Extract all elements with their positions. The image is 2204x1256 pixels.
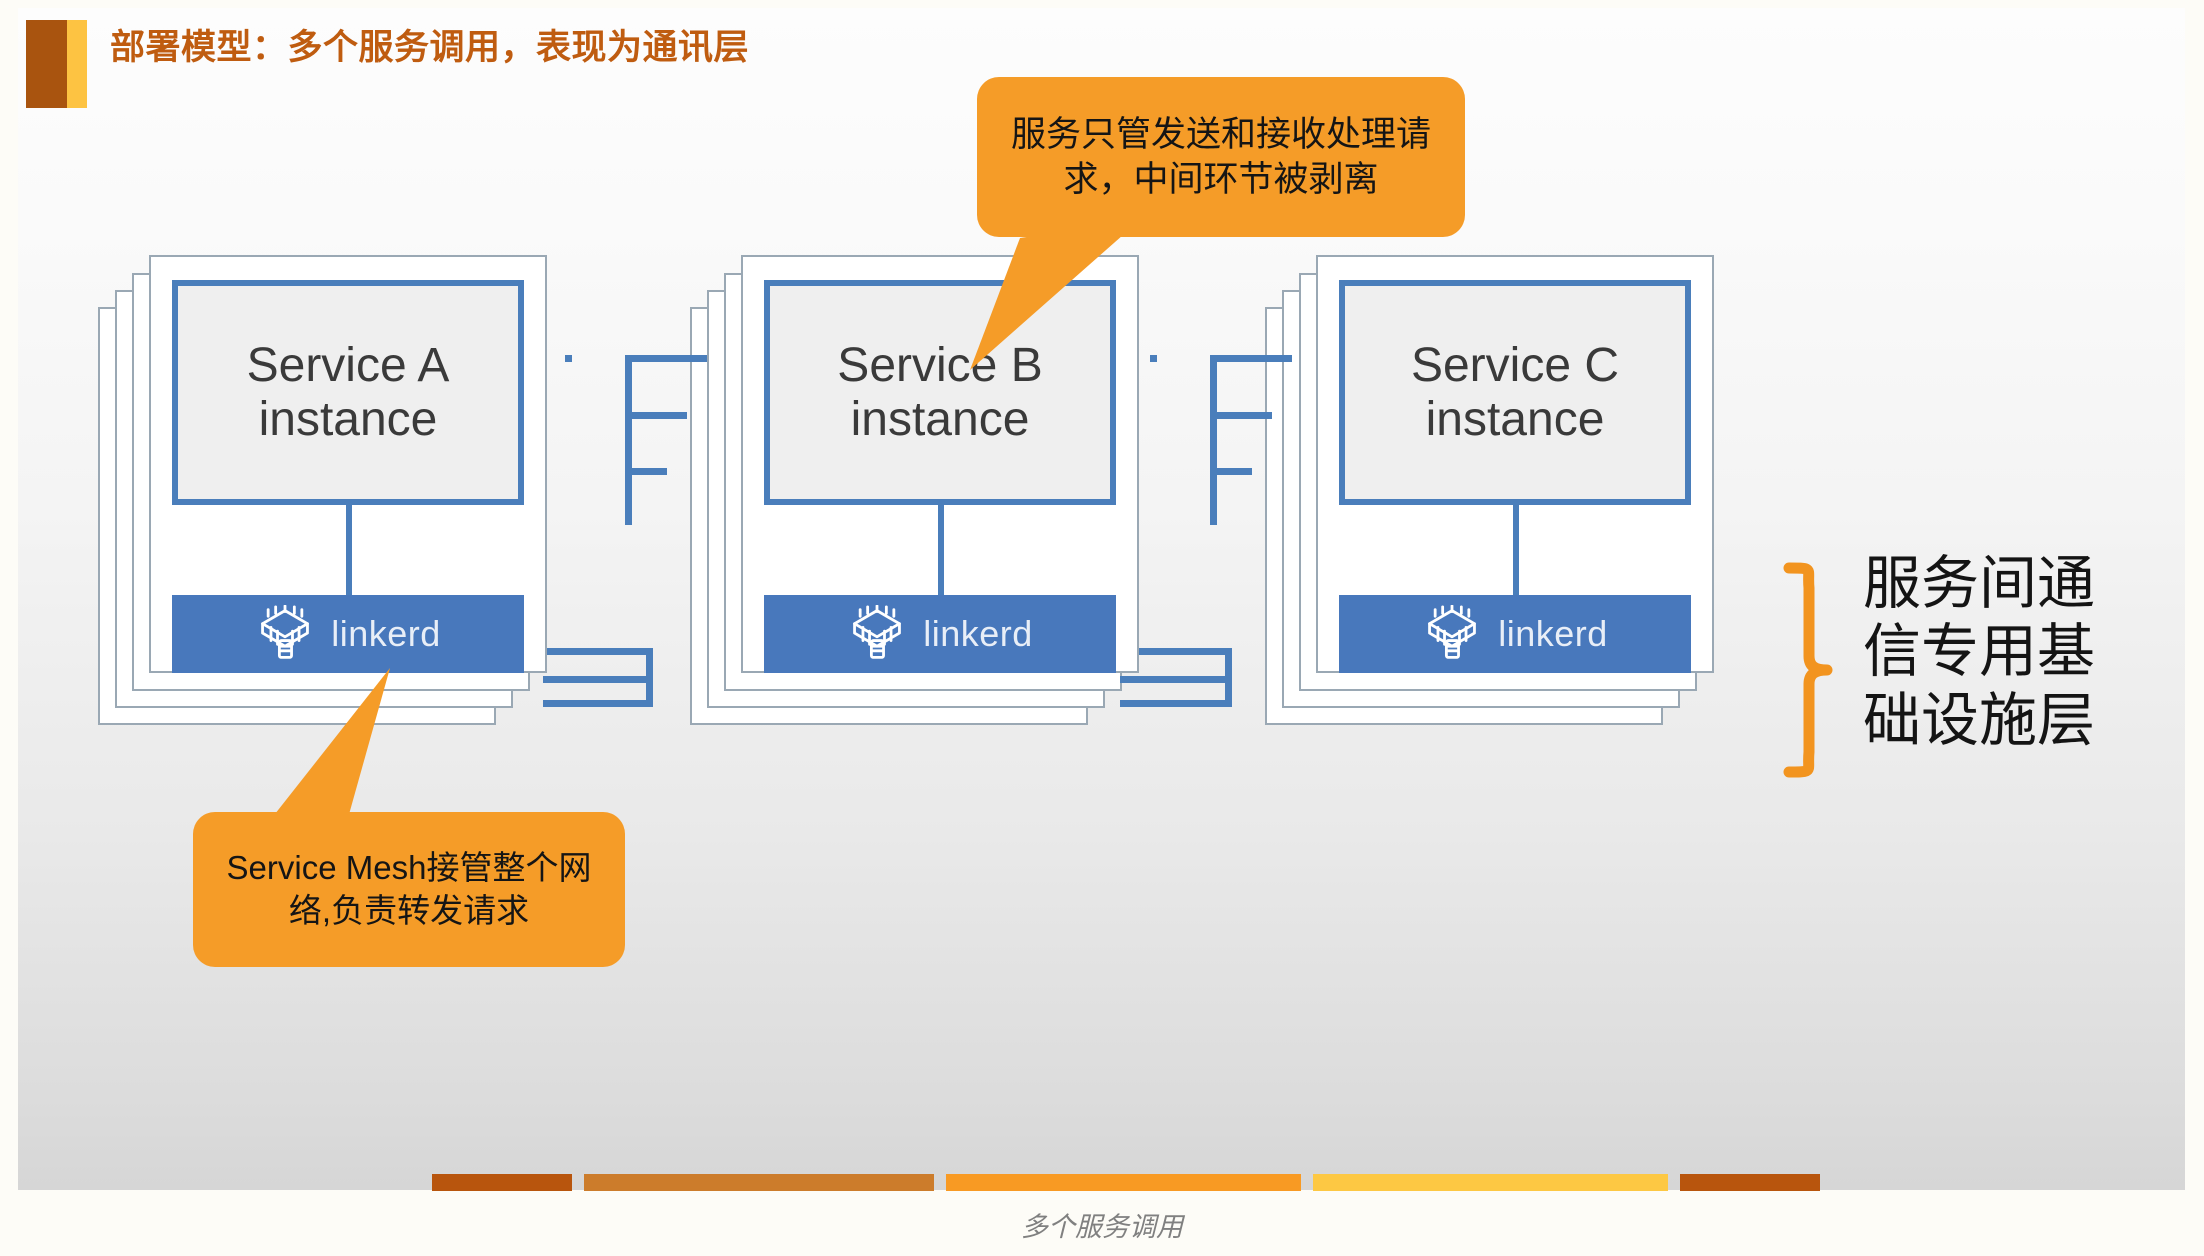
- linkerd-logo-icon: [853, 605, 902, 659]
- wire-b-linkerd-2: [1120, 676, 1232, 683]
- service-b-linkerd-bar[interactable]: linkerd: [764, 595, 1116, 673]
- callout-bottom[interactable]: Service Mesh接管整个网络,负责转发请求: [193, 812, 625, 967]
- footer-caption: 多个服务调用: [1021, 1212, 1183, 1242]
- service-c-name: Service C: [1410, 338, 1620, 392]
- slide-root: 部署模型：多个服务调用，表现为通讯层 Service Ainstance lin…: [0, 0, 2204, 1256]
- wire-b-bottom-out: [1210, 468, 1252, 475]
- service-c-connector: [1513, 503, 1519, 598]
- bottom-bar-spacer: [0, 1174, 432, 1191]
- wire-a-joint: [565, 355, 572, 362]
- service-c-instance[interactable]: Service Cinstance: [1339, 280, 1691, 505]
- bottom-bar-segment-1: [432, 1174, 572, 1191]
- service-group-a[interactable]: Service Ainstance linkerd: [98, 255, 548, 725]
- wire-b-mid-out: [1210, 412, 1272, 419]
- service-a-linkerd-bar[interactable]: linkerd: [172, 595, 524, 673]
- wire-b-linkerd-bus: [1225, 648, 1232, 707]
- infrastructure-note: 服务间通 信专用基 础设施层: [1775, 551, 2175, 790]
- service-a-sub: instance: [258, 392, 438, 446]
- bottom-bar-segment-2: [584, 1174, 934, 1191]
- service-a-instance-label: Service Ainstance: [247, 339, 450, 447]
- linkerd-logo-icon: [1428, 605, 1477, 659]
- title-accent-bar-dark: [26, 20, 67, 108]
- service-group-c[interactable]: Service Cinstance linkerd: [1265, 255, 1715, 725]
- wire-a-linkerd-1: [543, 648, 653, 655]
- wire-b-vertical-bus: [1210, 355, 1217, 525]
- title-accent-bar-light: [67, 20, 87, 108]
- wire-a-vertical-bus: [625, 355, 632, 525]
- service-a-instance[interactable]: Service Ainstance: [172, 280, 524, 505]
- service-a-name: Service A: [246, 338, 450, 392]
- linkerd-logo-icon: [261, 605, 310, 659]
- service-c-instance-label: Service Cinstance: [1411, 339, 1619, 447]
- service-c-linkerd-bar[interactable]: linkerd: [1339, 595, 1691, 673]
- callout-bottom-text: Service Mesh接管整个网络,负责转发请求: [226, 848, 592, 929]
- bottom-bar-segment-3: [946, 1174, 1301, 1191]
- curly-brace-icon: [1783, 562, 1833, 778]
- wire-a-bottom-out: [625, 468, 667, 475]
- callout-top-text: 服务只管发送和接收处理请求，中间环节被剥离: [1010, 114, 1431, 200]
- service-b-sub: instance: [850, 392, 1030, 446]
- wire-a-linkerd-2: [543, 676, 653, 683]
- bottom-color-bars: [0, 1174, 2204, 1191]
- callout-top-tail: [970, 220, 1140, 370]
- service-b-linkerd-label: linkerd: [923, 613, 1033, 654]
- page-title: 部署模型：多个服务调用，表现为通讯层: [110, 28, 750, 67]
- service-a-connector: [346, 503, 352, 598]
- bottom-bar-segment-5: [1680, 1174, 1820, 1191]
- service-c-sub: instance: [1425, 392, 1605, 446]
- service-b-connector: [938, 503, 944, 598]
- wire-a-top-out: [625, 355, 707, 362]
- service-a-linkerd-label: linkerd: [331, 613, 441, 654]
- wire-a-linkerd-bus: [646, 648, 653, 707]
- wire-a-linkerd-3: [543, 700, 653, 707]
- service-c-linkerd-label: linkerd: [1498, 613, 1608, 654]
- bottom-bar-segment-4: [1313, 1174, 1668, 1191]
- wire-b-linkerd-3: [1120, 700, 1232, 707]
- wire-a-mid-out: [625, 412, 687, 419]
- callout-top[interactable]: 服务只管发送和接收处理请求，中间环节被剥离: [977, 77, 1465, 237]
- infrastructure-label: 服务间通 信专用基 础设施层: [1863, 551, 2096, 753]
